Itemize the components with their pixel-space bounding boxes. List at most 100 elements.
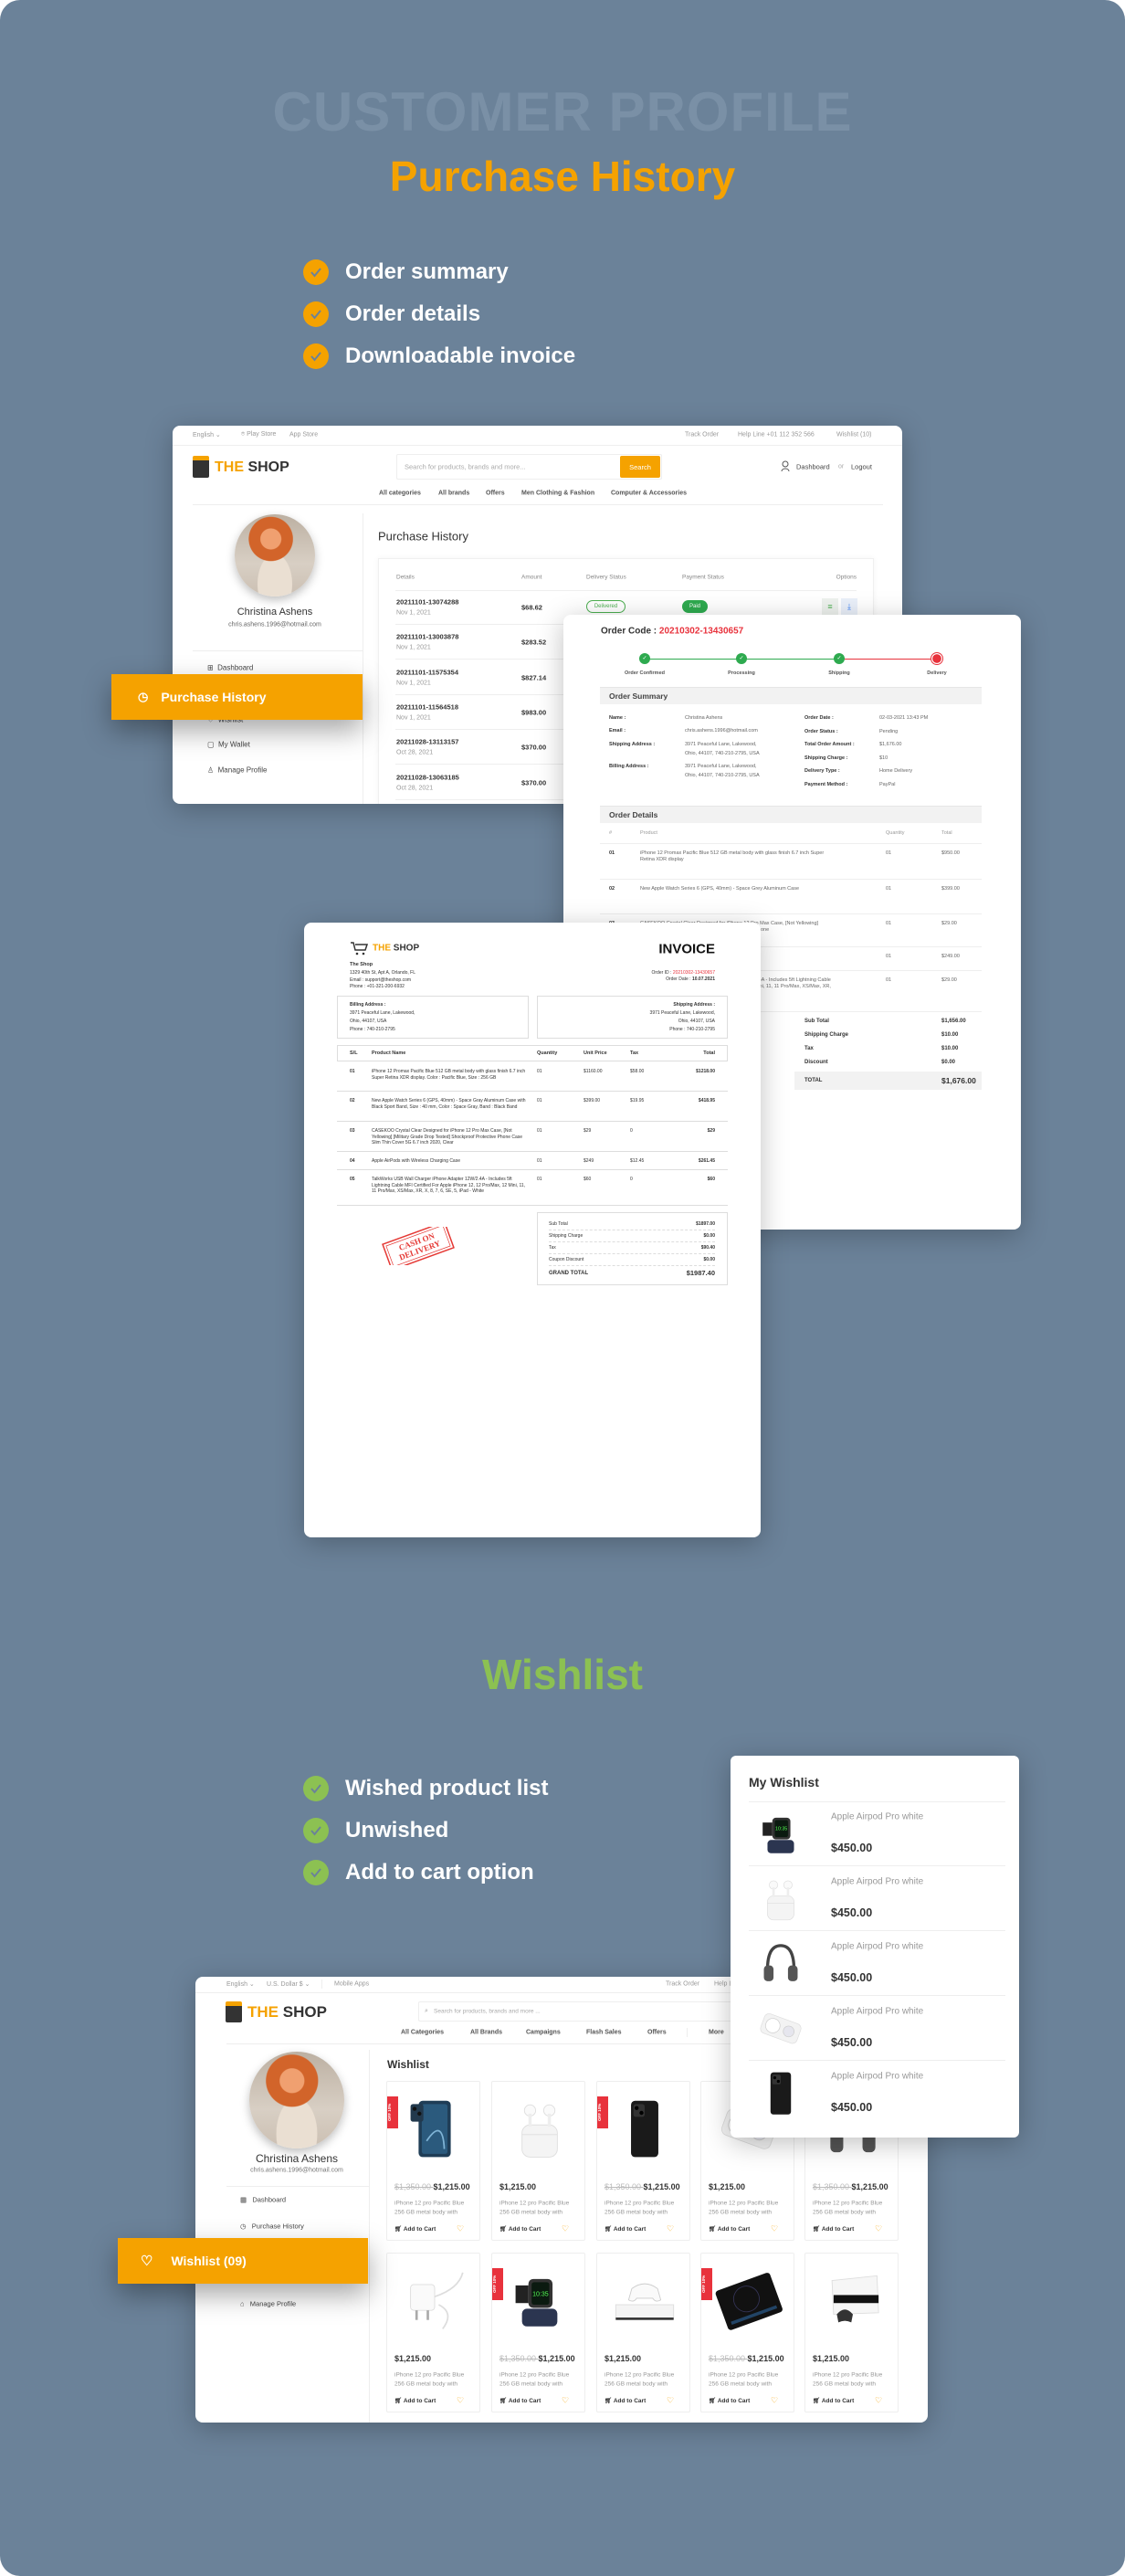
cart-icon: 🛒︎ <box>709 2226 717 2233</box>
nav-item[interactable]: All Brands <box>470 2030 502 2036</box>
product-card[interactable]: OFF 10% $1,350.00 $1,215.00 iPhone 12 pro … <box>386 2081 480 2241</box>
nav-item[interactable]: Campaigns <box>526 2030 561 2036</box>
app-store-link[interactable]: App Store <box>289 432 318 438</box>
order-code[interactable]: 20211101-11575354 <box>396 668 458 676</box>
wishlist-item-name[interactable]: Apple Airpod Pro white <box>831 2007 923 2017</box>
download-invoice-button[interactable]: ⤓ <box>841 598 857 615</box>
wishlist-heart-icon[interactable]: ♡ <box>667 2396 674 2406</box>
wishlist-heart-icon[interactable]: ♡ <box>875 2396 882 2406</box>
wishlist-heart-icon[interactable]: ♡ <box>457 2224 464 2234</box>
product-card[interactable]: OFF 10% $1,350.00 $1,215.00 iPhone 12 pro … <box>596 2081 690 2241</box>
wishlist-item[interactable]: Apple Airpod Pro white $450.00 <box>749 1996 1005 2061</box>
old-price: $1,350.00 <box>499 2354 539 2363</box>
product-card[interactable]: OFF 10% $1,350.00 $1,215.00 iPhone 12 pro … <box>700 2253 794 2412</box>
line-total: $261.45 <box>698 1158 715 1164</box>
nav-item[interactable]: Offers <box>486 491 505 497</box>
add-to-cart-button[interactable]: 🛒︎ Add to Cart <box>394 2225 436 2233</box>
add-to-cart-label: Add to Cart <box>403 2226 436 2233</box>
product-card[interactable]: $1,215.00 iPhone 12 pro Pacific Blue 256 G… <box>491 2081 585 2241</box>
wishlist-link[interactable]: Wishlist (10) <box>836 432 872 438</box>
nav-item[interactable]: Offers <box>647 2030 667 2036</box>
shop-logo[interactable]: THE SHOP <box>247 2003 327 2022</box>
search-button[interactable]: Search <box>620 456 660 478</box>
order-code[interactable]: 20211028-13113157 <box>396 738 458 746</box>
sidebar-item-manage-profile[interactable]: ♙ Manage Profile <box>207 766 267 775</box>
order-code[interactable]: 20211101-13074288 <box>396 598 458 607</box>
order-code[interactable]: 20211101-11564518 <box>396 702 458 711</box>
product-card[interactable]: 10:35 OFF 10% $1,350.00 $1,215.00 iPhone 12… <box>491 2253 585 2412</box>
wishlist-heart-icon[interactable]: ♡ <box>562 2224 569 2234</box>
sidebar-item-purchase-history[interactable]: ◷ Purchase History <box>240 2222 304 2231</box>
product-card[interactable]: $1,215.00 iPhone 12 pro Pacific Blue 256 G… <box>386 2253 480 2412</box>
add-to-cart-button[interactable]: 🛒︎ Add to Cart <box>709 2225 750 2233</box>
column-header: Delivery Status <box>586 574 626 581</box>
order-date: Nov 1, 2021 <box>396 714 431 722</box>
nav-item[interactable]: Flash Sales <box>586 2030 622 2036</box>
wishlist-heart-icon[interactable]: ♡ <box>667 2224 674 2234</box>
add-to-cart-button[interactable]: 🛒︎ Add to Cart <box>605 2225 646 2233</box>
step-pending-icon <box>930 652 943 665</box>
track-order-link[interactable]: Track Order <box>666 1981 699 1988</box>
sidebar-item-wishlist-active[interactable]: ♡ Wishlist (09) <box>118 2238 368 2284</box>
wishlist-item-name[interactable]: Apple Airpod Pro white <box>831 2072 923 2082</box>
feature-item: Downloadable invoice <box>303 343 575 370</box>
currency-select[interactable]: U.S. Dollar $ ⌄ <box>267 1980 310 1988</box>
column-header: Total <box>703 1050 715 1056</box>
current-price: $1,215.00 <box>433 2182 470 2191</box>
nav-item[interactable]: All brands <box>438 491 469 497</box>
add-to-cart-button[interactable]: 🛒︎ Add to Cart <box>813 2397 854 2404</box>
add-to-cart-button[interactable]: 🛒︎ Add to Cart <box>605 2397 646 2404</box>
search-icon: ⌕ <box>425 2008 428 2014</box>
wishlist-item-name[interactable]: Apple Airpod Pro white <box>831 1942 923 1952</box>
language-select[interactable]: English ⌄ <box>226 1980 255 1988</box>
sidebar-item-dashboard[interactable]: ⊞ Dashboard <box>207 664 253 672</box>
summary-label: Order Date : <box>804 715 834 721</box>
nav-item[interactable]: Computer & Accessories <box>611 491 687 497</box>
mobile-apps-link[interactable]: Mobile Apps <box>334 1981 369 1988</box>
sidebar-item-my-wallet[interactable]: ▢ My Wallet <box>207 741 250 749</box>
dashboard-link[interactable]: Dashboard <box>796 463 830 471</box>
add-to-cart-button[interactable]: 🛒︎ Add to Cart <box>709 2397 750 2404</box>
wishlist-item[interactable]: Apple Airpod Pro white $450.00 <box>749 2061 1005 2126</box>
shop-logo[interactable]: THE SHOP <box>215 459 289 476</box>
add-to-cart-button[interactable]: 🛒︎ Add to Cart <box>813 2225 854 2233</box>
language-select[interactable]: English ⌄ <box>193 431 221 438</box>
order-details-button[interactable]: ≡ <box>822 598 838 615</box>
track-order-link[interactable]: Track Order <box>685 432 719 438</box>
nav-item[interactable]: More <box>709 2030 724 2036</box>
summary-value: Christina Ashens <box>685 715 723 721</box>
nav-item[interactable]: All Categories <box>401 2030 444 2036</box>
wishlist-item[interactable]: Apple Airpod Pro white $450.00 <box>749 1931 1005 1996</box>
sidebar-item-purchase-history-active[interactable]: ◷ Purchase History <box>111 674 363 720</box>
total-value: $10.00 <box>941 1032 959 1038</box>
product-card[interactable]: $1,215.00 iPhone 12 pro Pacific Blue 256 G… <box>596 2253 690 2412</box>
quantity: 01 <box>537 1177 542 1182</box>
wishlist-heart-icon[interactable]: ♡ <box>771 2396 778 2406</box>
order-code[interactable]: 20211101-13003878 <box>396 633 458 641</box>
wishlist-item-name[interactable]: Apple Airpod Pro white <box>831 1812 923 1822</box>
wishlist-heart-icon[interactable]: ♡ <box>457 2396 464 2406</box>
wishlist-item-name[interactable]: Apple Airpod Pro white <box>831 1877 923 1887</box>
order-code[interactable]: 20211028-13063185 <box>396 773 459 781</box>
add-to-cart-button[interactable]: 🛒︎ Add to Cart <box>499 2397 541 2404</box>
cart-icon: 🛒︎ <box>499 2226 508 2233</box>
wishlist-heart-icon[interactable]: ♡ <box>562 2396 569 2406</box>
grand-total-value: $1987.40 <box>686 1268 715 1277</box>
sidebar-item-dashboard[interactable]: ▦ Dashboard <box>240 2196 286 2204</box>
product-card[interactable]: $1,215.00 iPhone 12 pro Pacific Blue 256 G… <box>804 2253 899 2412</box>
wishlist-heart-icon[interactable]: ♡ <box>771 2224 778 2234</box>
price: $1,350.00 $1,215.00 <box>394 2182 470 2191</box>
add-to-cart-button[interactable]: 🛒︎ Add to Cart <box>394 2397 436 2404</box>
line-total: $418.95 <box>698 1098 715 1103</box>
wishlist-item[interactable]: Apple Airpod Pro white $450.00 <box>749 1866 1005 1931</box>
check-circle-icon <box>303 1776 329 1801</box>
nav-item[interactable]: Men Clothing & Fashion <box>521 491 594 497</box>
wishlist-item[interactable]: 10:35 Apple Airpod Pro white $450.00 <box>749 1801 1005 1866</box>
wishlist-heart-icon[interactable]: ♡ <box>875 2224 882 2234</box>
nav-item[interactable]: All categories <box>379 491 421 497</box>
add-to-cart-button[interactable]: 🛒︎ Add to Cart <box>499 2225 541 2233</box>
logout-link[interactable]: Logout <box>851 463 872 471</box>
sidebar-item-manage-profile[interactable]: ⌂ Manage Profile <box>240 2300 296 2308</box>
row-number: 05 <box>350 1177 355 1182</box>
play-store-link[interactable]: ⌾ Play Store <box>241 431 276 438</box>
